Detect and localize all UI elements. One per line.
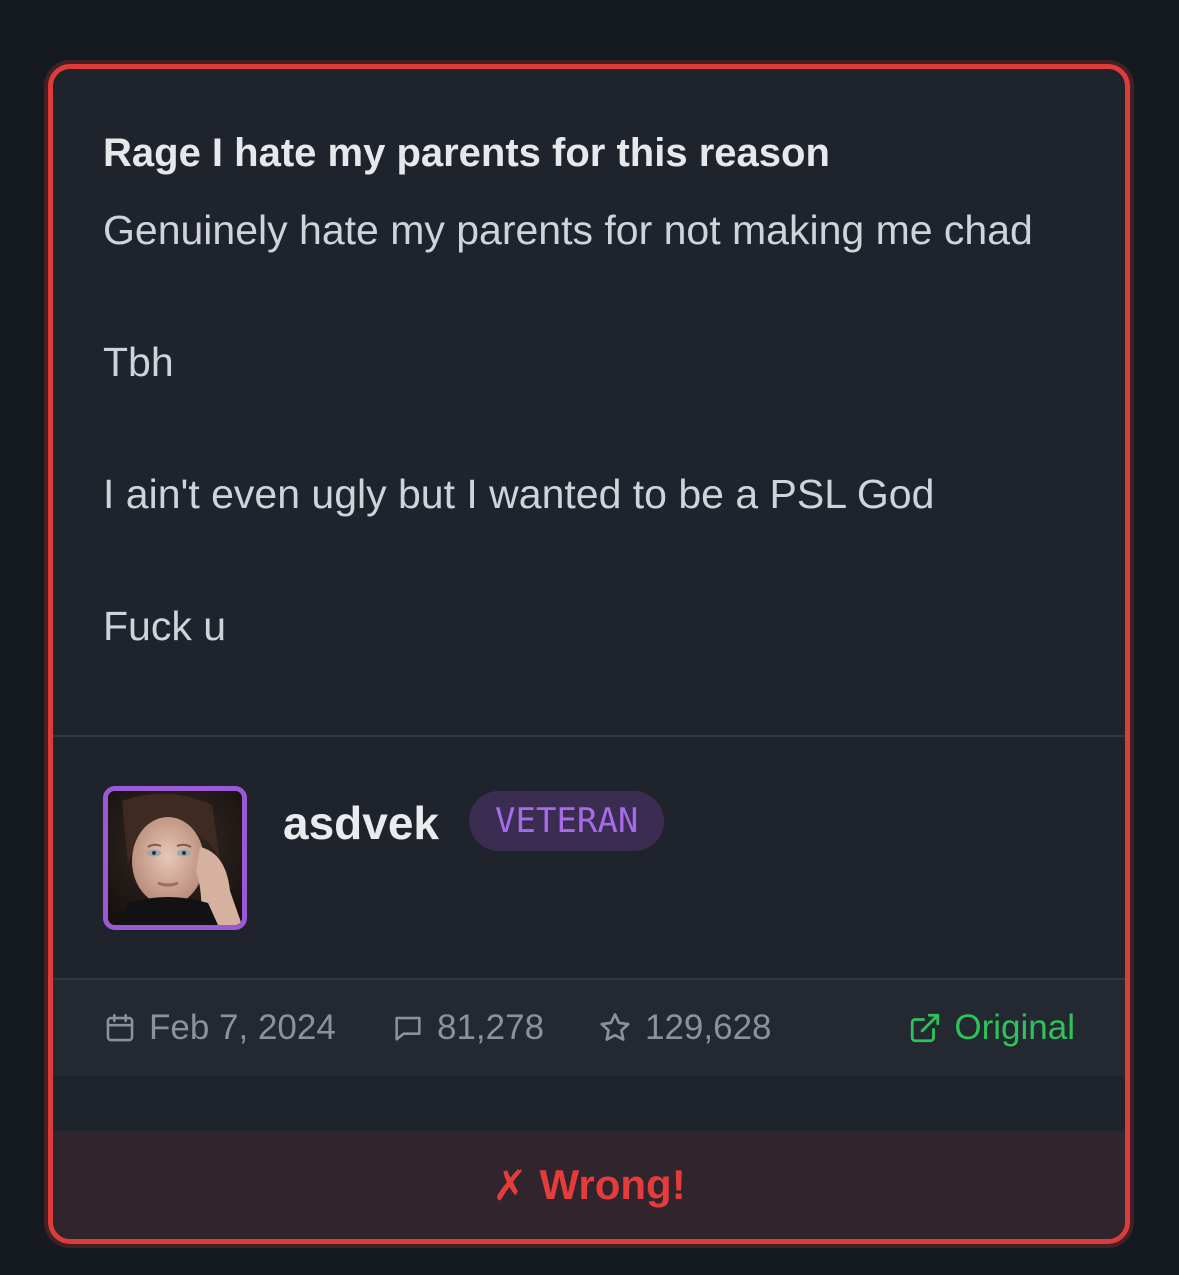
- original-link[interactable]: Original: [908, 980, 1075, 1076]
- post-line: Genuinely hate my parents for not making…: [103, 207, 1033, 253]
- verdict-label: Wrong!: [539, 1161, 686, 1208]
- star-icon: [600, 1013, 630, 1041]
- external-link-icon: [911, 1013, 940, 1043]
- post-line-gap: [103, 395, 1075, 461]
- avatar-photo-icon: [108, 791, 242, 925]
- post-date: Feb 7, 2024: [103, 980, 336, 1076]
- username[interactable]: asdvek: [283, 797, 439, 849]
- post-line: Tbh: [103, 339, 174, 385]
- post-date-text: Feb 7, 2024: [149, 1008, 336, 1047]
- original-link-label: Original: [954, 1008, 1075, 1047]
- star-count-text: 129,628: [645, 1008, 772, 1047]
- comment-count: 81,278: [391, 980, 544, 1076]
- post-line: Fuck u: [103, 603, 227, 649]
- verdict-banner: ✗ Wrong!: [53, 1131, 1125, 1239]
- calendar-icon: [106, 1013, 134, 1042]
- post-meta-bar: Feb 7, 2024 81,278 129,628 Original: [53, 978, 1125, 1076]
- post-content: Rage I hate my parents for this reason G…: [53, 69, 1125, 735]
- post-body: Genuinely hate my parents for not making…: [103, 197, 1075, 659]
- post-card: Rage I hate my parents for this reason G…: [48, 64, 1130, 1244]
- comment-count-text: 81,278: [437, 1008, 545, 1047]
- veteran-badge: VETERAN: [469, 791, 665, 851]
- post-title: Rage I hate my parents for this reason: [103, 131, 830, 175]
- author-section: asdvek VETERAN: [53, 737, 1125, 978]
- post-line-gap: [103, 527, 1075, 593]
- avatar[interactable]: [103, 786, 247, 930]
- cross-icon: ✗: [492, 1161, 528, 1209]
- comment-icon: [395, 1016, 421, 1041]
- post-line: I ain't even ugly but I wanted to be a P…: [103, 471, 935, 517]
- star-count: 129,628: [597, 980, 772, 1076]
- post-line-gap: [103, 263, 1075, 329]
